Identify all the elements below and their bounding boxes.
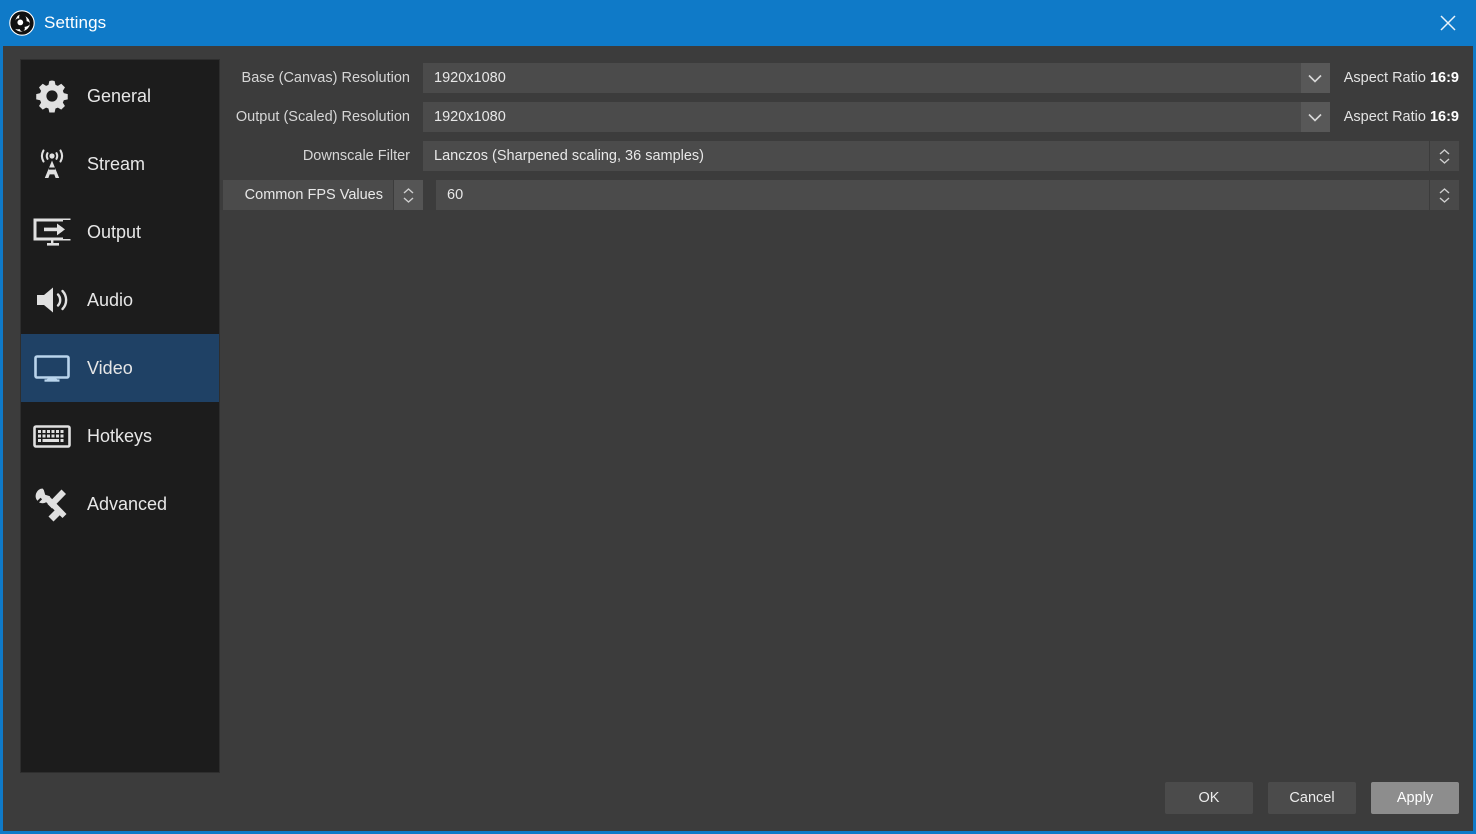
window-title: Settings (44, 14, 106, 31)
row-output-resolution: Output (Scaled) Resolution 1920x1080 Asp… (223, 98, 1459, 136)
speaker-icon (27, 277, 77, 323)
gear-icon (27, 73, 77, 119)
base-resolution-combobox[interactable]: 1920x1080 (423, 63, 1330, 93)
row-base-resolution: Base (Canvas) Resolution 1920x1080 Aspec… (223, 59, 1459, 97)
output-aspect-label: Aspect Ratio (1344, 109, 1426, 125)
sidebar-item-label: Output (87, 223, 141, 241)
broadcast-icon (27, 141, 77, 187)
output-resolution-value: 1920x1080 (423, 110, 1301, 125)
sidebar-item-label: Video (87, 359, 133, 377)
sidebar-item-label: General (87, 87, 151, 105)
sidebar-item-video[interactable]: Video (21, 334, 219, 402)
keyboard-icon (27, 413, 77, 459)
chevron-down-icon[interactable] (1301, 63, 1330, 93)
output-aspect-value: 16:9 (1430, 109, 1459, 125)
sidebar-item-label: Stream (87, 155, 145, 173)
content-area: General (3, 46, 1473, 765)
sidebar-item-label: Advanced (87, 495, 167, 513)
dialog-body: General (3, 46, 1473, 831)
title-bar: Settings (0, 0, 1476, 46)
downscale-filter-value: Lanczos (Sharpened scaling, 36 samples) (423, 149, 1429, 164)
base-resolution-label: Base (Canvas) Resolution (223, 70, 423, 86)
fps-mode-value: Common FPS Values (223, 180, 393, 210)
close-icon[interactable] (1420, 0, 1476, 46)
downscale-filter-combobox[interactable]: Lanczos (Sharpened scaling, 36 samples) (423, 141, 1459, 171)
cancel-button[interactable]: Cancel (1268, 782, 1356, 814)
base-resolution-value: 1920x1080 (423, 71, 1301, 86)
obs-logo-icon (9, 10, 35, 36)
settings-nav-list: General (20, 59, 220, 773)
fps-value-combobox[interactable]: 60 (436, 180, 1459, 210)
fps-value: 60 (436, 188, 1429, 203)
sidebar-item-label: Hotkeys (87, 427, 152, 445)
sidebar-item-label: Audio (87, 291, 133, 309)
ok-button[interactable]: OK (1165, 782, 1253, 814)
settings-window: Settings (0, 0, 1476, 834)
tools-icon (27, 481, 77, 527)
output-resolution-combobox[interactable]: 1920x1080 (423, 102, 1330, 132)
monitor-arrow-icon (27, 209, 77, 255)
spinner-up-down-icon[interactable] (1429, 141, 1459, 171)
spinner-up-down-icon[interactable] (1429, 180, 1459, 210)
apply-button[interactable]: Apply (1371, 782, 1459, 814)
dialog-footer: OK Cancel Apply (3, 765, 1473, 831)
monitor-icon (27, 345, 77, 391)
base-aspect-label: Aspect Ratio (1344, 70, 1426, 86)
sidebar-item-general[interactable]: General (21, 62, 219, 130)
output-aspect-ratio: Aspect Ratio 16:9 (1330, 110, 1459, 125)
base-aspect-ratio: Aspect Ratio 16:9 (1330, 71, 1459, 86)
sidebar-container: General (3, 46, 223, 765)
chevron-down-icon[interactable] (1301, 102, 1330, 132)
row-downscale-filter: Downscale Filter Lanczos (Sharpened scal… (223, 137, 1459, 175)
row-fps: Common FPS Values 60 (223, 176, 1459, 214)
sidebar-item-audio[interactable]: Audio (21, 266, 219, 334)
sidebar-item-output[interactable]: Output (21, 198, 219, 266)
spinner-up-down-icon[interactable] (393, 180, 423, 210)
sidebar-item-stream[interactable]: Stream (21, 130, 219, 198)
video-settings-panel: Base (Canvas) Resolution 1920x1080 Aspec… (223, 46, 1473, 765)
downscale-filter-label: Downscale Filter (223, 148, 423, 164)
sidebar-item-hotkeys[interactable]: Hotkeys (21, 402, 219, 470)
fps-mode-combobox[interactable]: Common FPS Values (223, 180, 423, 210)
output-resolution-label: Output (Scaled) Resolution (223, 109, 423, 125)
base-aspect-value: 16:9 (1430, 70, 1459, 86)
sidebar-item-advanced[interactable]: Advanced (21, 470, 219, 538)
